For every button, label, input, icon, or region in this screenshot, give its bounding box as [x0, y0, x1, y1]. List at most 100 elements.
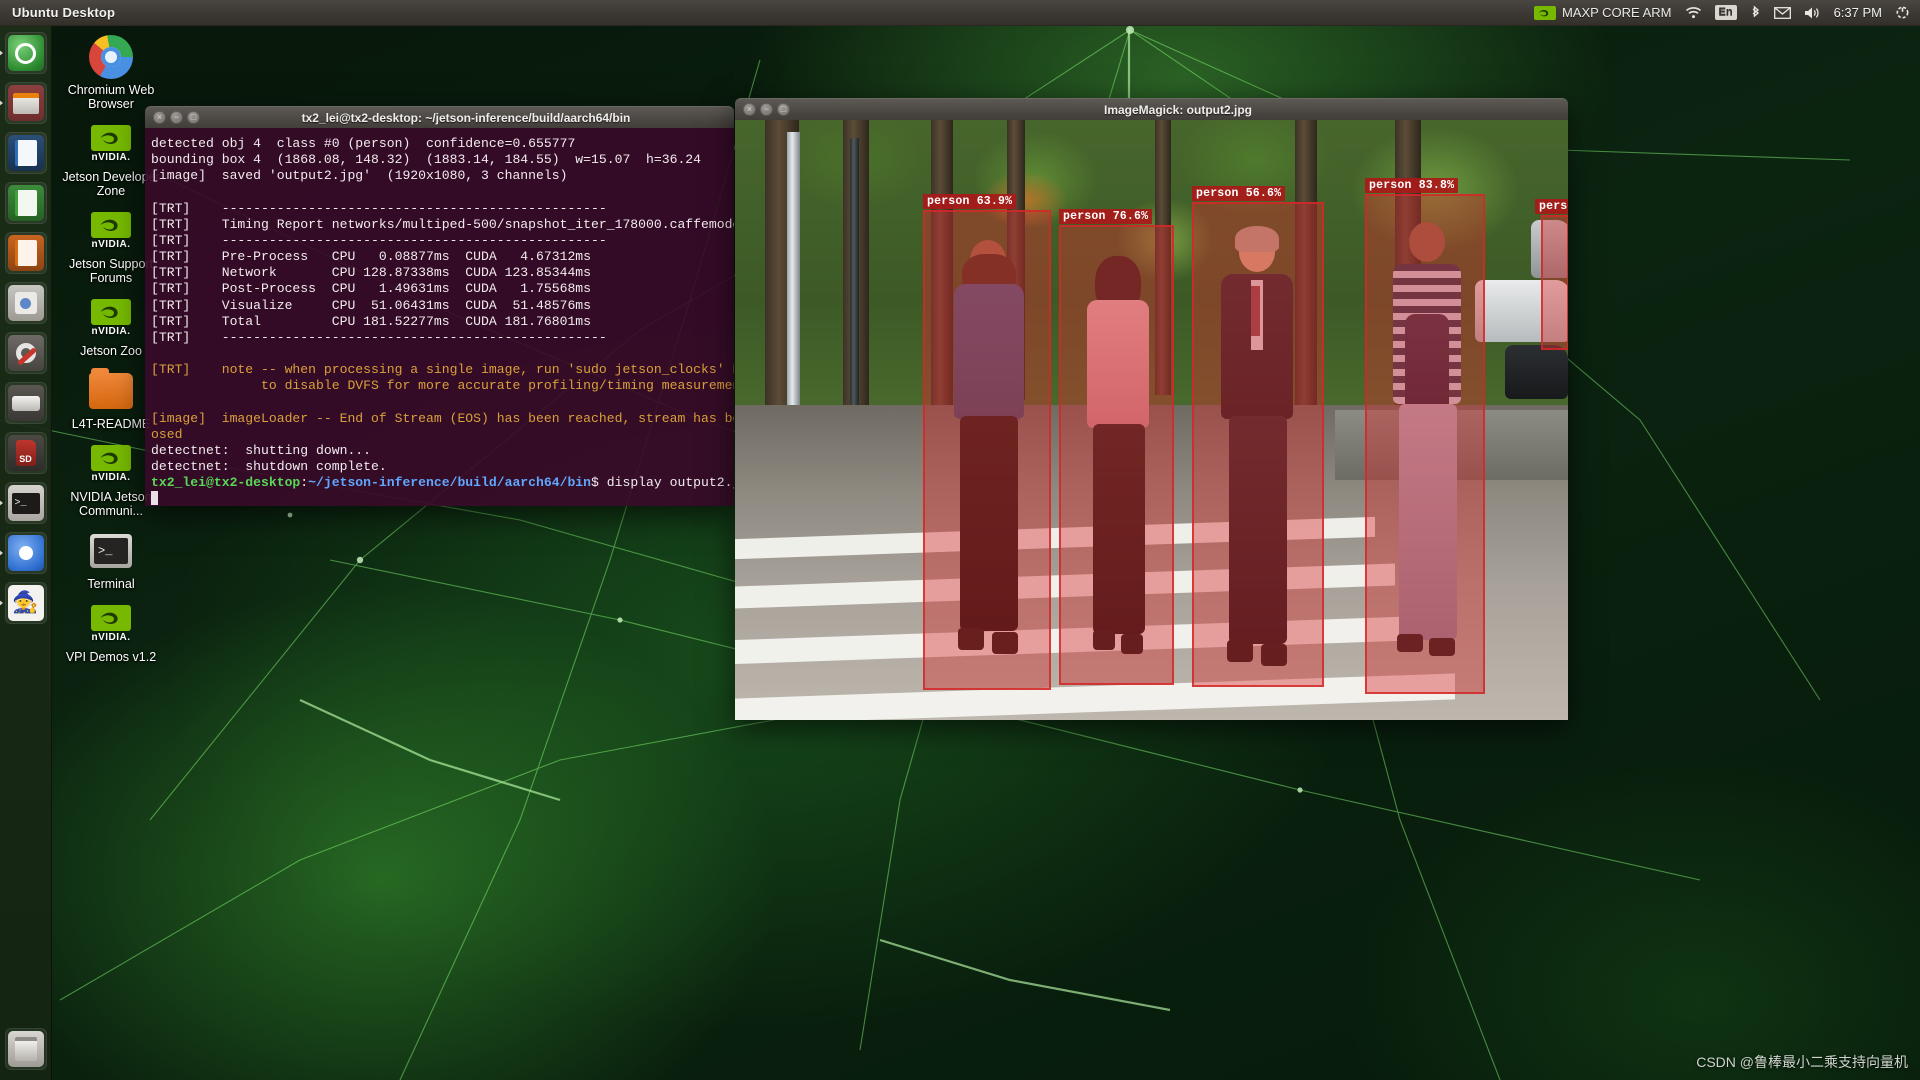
- desktop-icon-label: VPI Demos v1.2: [65, 650, 157, 664]
- terminal-text: [TRT] Visualize CPU 51.06431ms CUDA 51.4…: [151, 297, 592, 313]
- terminal-line: to disable DVFS for more accurate profil…: [151, 378, 734, 394]
- terminal-line: [image] imageLoader -- End of Stream (EO…: [151, 411, 734, 427]
- terminal-text: :: [300, 475, 309, 491]
- nvidia-logo-icon: nVIDIA.: [88, 208, 134, 254]
- close-icon[interactable]: ×: [743, 103, 756, 116]
- close-icon[interactable]: ×: [153, 111, 166, 124]
- terminal-text: osed: [151, 426, 183, 442]
- launcher-item-files[interactable]: [4, 82, 47, 124]
- launcher-item-libreoffice-writer[interactable]: [4, 132, 47, 174]
- folder-icon: [88, 368, 134, 414]
- launcher-item-ubuntu-software[interactable]: [4, 282, 47, 324]
- launcher-item-chromium[interactable]: [4, 532, 47, 574]
- terminal-window[interactable]: × − □ tx2_lei@tx2-desktop: ~/jetson-infe…: [145, 106, 734, 506]
- nvidia-wordmark: nVIDIA.: [91, 632, 131, 643]
- street-light-pole: [787, 132, 800, 432]
- launcher-item-sd-card[interactable]: SD: [4, 432, 47, 474]
- terminal-cursor: [151, 491, 730, 506]
- desktop-icon-terminal[interactable]: >_ Terminal: [60, 524, 162, 591]
- terminal-line: osed: [151, 427, 730, 443]
- nvidia-wordmark: nVIDIA.: [91, 326, 131, 337]
- desktop-icon-label: Jetson Zoo: [80, 344, 142, 358]
- terminal-line: [image] saved 'output2.jpg' (1920x1080, …: [151, 168, 730, 184]
- detection-label: person 83.8%: [1365, 178, 1459, 193]
- launcher-item-disks[interactable]: [4, 382, 47, 424]
- detection-label: person 56.6%: [1192, 186, 1286, 201]
- launcher-item-libreoffice-calc[interactable]: [4, 182, 47, 224]
- launcher-item-terminal[interactable]: >_: [4, 482, 47, 524]
- launcher-item-imagemagick[interactable]: 🧙: [4, 582, 47, 624]
- detection-label: person 63.9%: [923, 194, 1017, 209]
- launcher-item-ubuntu-dash[interactable]: [4, 32, 47, 74]
- bluetooth-icon[interactable]: [1750, 5, 1761, 20]
- minimize-icon[interactable]: −: [760, 103, 773, 116]
- terminal-line: [TRT] ----------------------------------…: [151, 201, 730, 217]
- image-viewer-titlebar[interactable]: × − □ ImageMagick: output2.jpg: [735, 98, 1568, 120]
- parked-car: [1505, 345, 1568, 399]
- detection-box[interactable]: [1365, 194, 1485, 694]
- system-tray: MAXP CORE ARM En 6:37 PM: [1533, 5, 1920, 20]
- terminal-line: [TRT] Timing Report networks/multiped-50…: [151, 217, 734, 233]
- detection-image-canvas[interactable]: person 63.9% person 76.6% person 56.6% p…: [735, 120, 1568, 720]
- watermark-text: CSDN @鲁棒最小二乘支持向量机: [1696, 1054, 1908, 1070]
- image-viewer-title: ImageMagick: output2.jpg: [1103, 102, 1252, 117]
- detection-box[interactable]: [1059, 225, 1174, 685]
- terminal-line: [TRT] Total CPU 181.52277ms CUDA 181.768…: [151, 314, 730, 330]
- terminal-text: detectnet: shutting down...: [151, 442, 372, 458]
- terminal-line: [TRT] Pre-Process CPU 0.08877ms CUDA 4.6…: [151, 249, 730, 265]
- terminal-text: [TRT] Timing Report networks/multiped-50…: [151, 216, 734, 232]
- terminal-text: detected obj 4 class #0 (person) confide…: [151, 136, 576, 151]
- terminal-text: [TRT] Total CPU 181.52277ms CUDA 181.768…: [151, 313, 592, 329]
- terminal-line: [TRT] Post-Process CPU 1.49631ms CUDA 1.…: [151, 281, 730, 297]
- desktop-icon-vpi-demos[interactable]: nVIDIA. VPI Demos v1.2: [60, 597, 162, 664]
- detection-box[interactable]: [923, 210, 1051, 690]
- maximize-icon[interactable]: □: [777, 103, 790, 116]
- nvidia-logo-icon: nVIDIA.: [88, 441, 134, 487]
- minimize-icon[interactable]: −: [170, 111, 183, 124]
- street-sign-pole: [850, 138, 859, 428]
- launcher-item-libreoffice-impress[interactable]: [4, 232, 47, 274]
- nvidia-wordmark: nVIDIA.: [91, 239, 131, 250]
- power-gear-icon[interactable]: [1895, 5, 1910, 20]
- clock[interactable]: 6:37 PM: [1834, 5, 1882, 20]
- volume-icon[interactable]: [1804, 6, 1821, 20]
- terminal-output[interactable]: detected obj 4 class #0 (person) confide…: [145, 128, 734, 506]
- maximize-icon[interactable]: □: [187, 111, 200, 124]
- terminal-text: [TRT] Post-Process CPU 1.49631ms CUDA 1.…: [151, 281, 592, 297]
- terminal-titlebar[interactable]: × − □ tx2_lei@tx2-desktop: ~/jetson-infe…: [145, 106, 734, 128]
- launcher-item-trash[interactable]: [4, 1028, 47, 1070]
- nvidia-logo-icon: [1533, 5, 1556, 20]
- nvidia-wordmark: nVIDIA.: [91, 152, 131, 163]
- desktop-icon-label: Terminal: [87, 577, 135, 591]
- terminal-line: bounding box 4 (1868.08, 148.32) (1883.1…: [151, 152, 730, 168]
- terminal-text: [TRT] Network CPU 128.87338ms CUDA 123.8…: [151, 265, 592, 281]
- terminal-text: [TRT] note -- when processing a single i…: [151, 362, 734, 378]
- terminal-title: tx2_lei@tx2-desktop: ~/jetson-inference/…: [301, 110, 631, 125]
- terminal-text: [image] imageLoader -- End of Stream (EO…: [151, 410, 734, 426]
- mail-icon[interactable]: [1773, 6, 1791, 19]
- keyboard-layout-indicator[interactable]: En: [1714, 5, 1737, 20]
- terminal-text: [TRT] Pre-Process CPU 0.08877ms CUDA 4.6…: [151, 249, 592, 265]
- nvidia-wordmark: nVIDIA.: [91, 472, 131, 483]
- terminal-text: tx2_lei@tx2-desktop: [151, 475, 301, 491]
- desktop-icon-label: L4T-README: [71, 417, 151, 431]
- terminal-text: $ display output2.jpg: [591, 475, 734, 491]
- launcher-item-system-settings[interactable]: [4, 332, 47, 374]
- terminal-line: tx2_lei@tx2-desktop:~/jetson-inference/b…: [151, 475, 734, 491]
- top-panel: Ubuntu Desktop MAXP CORE ARM En 6:37 PM: [0, 0, 1920, 26]
- tray-nvidia-indicator[interactable]: MAXP CORE ARM: [1533, 5, 1672, 20]
- terminal-text: to disable DVFS for more accurate profil…: [151, 378, 734, 394]
- detection-box[interactable]: [1192, 202, 1324, 687]
- terminal-text: bounding box 4 (1868.08, 148.32) (1883.1…: [151, 152, 702, 168]
- nvidia-logo-icon: nVIDIA.: [88, 121, 134, 167]
- terminal-icon: >_: [88, 528, 134, 574]
- terminal-text: detectnet: shutdown complete.: [151, 459, 387, 475]
- desktop-icon-chromium-web-browser[interactable]: Chromium Web Browser: [60, 30, 162, 111]
- terminal-line: [TRT] note -- when processing a single i…: [151, 362, 734, 378]
- chromium-icon: [88, 34, 134, 80]
- detection-box[interactable]: [1541, 215, 1568, 350]
- image-viewer-window[interactable]: × − □ ImageMagick: output2.jpg person 63…: [735, 98, 1568, 720]
- wifi-icon[interactable]: [1685, 6, 1702, 19]
